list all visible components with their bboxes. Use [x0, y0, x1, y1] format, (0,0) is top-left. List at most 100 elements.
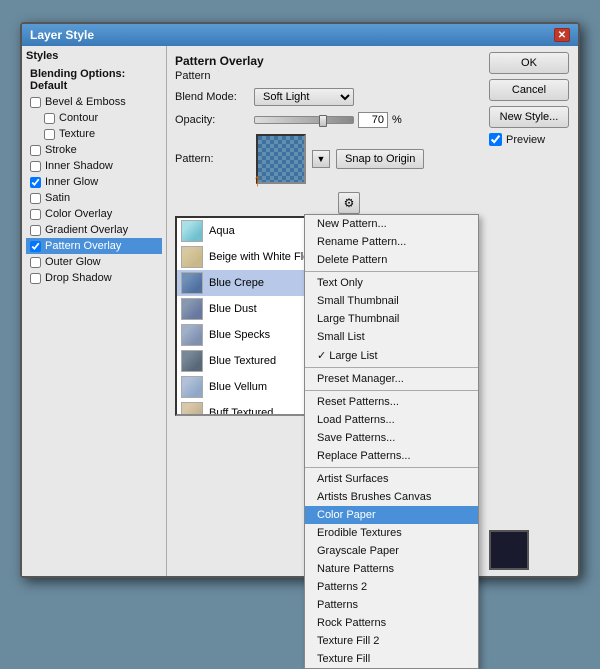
ctx-artist-surfaces[interactable]: Artist Surfaces	[305, 470, 478, 488]
bevel-emboss-checkbox[interactable]	[30, 97, 41, 108]
drop-shadow-item[interactable]: Drop Shadow	[26, 270, 162, 286]
ctx-small-list[interactable]: Small List	[305, 328, 478, 346]
ctx-reset-patterns[interactable]: Reset Patterns...	[305, 393, 478, 411]
contour-checkbox[interactable]	[44, 113, 55, 124]
styles-header: Styles	[26, 50, 162, 62]
ctx-text-only[interactable]: Text Only	[305, 274, 478, 292]
scroll-up-arrow[interactable]: ↑	[253, 170, 262, 191]
beige-swatch	[181, 246, 203, 268]
texture-checkbox[interactable]	[44, 129, 55, 140]
gradient-overlay-item[interactable]: Gradient Overlay	[26, 222, 162, 238]
blue-vellum-swatch	[181, 376, 203, 398]
bevel-emboss-label: Bevel & Emboss	[45, 96, 126, 108]
blue-specks-label: Blue Specks	[209, 329, 270, 341]
ctx-patterns[interactable]: Patterns	[305, 596, 478, 614]
pattern-preview-swatch[interactable]	[256, 134, 306, 184]
section-title: Pattern Overlay	[175, 54, 475, 68]
stroke-label: Stroke	[45, 144, 77, 156]
ctx-texture-fill-2[interactable]: Texture Fill 2	[305, 632, 478, 650]
pattern-overlay-label: Pattern Overlay	[45, 240, 121, 252]
ctx-load-patterns[interactable]: Load Patterns...	[305, 411, 478, 429]
blue-dust-label: Blue Dust	[209, 303, 257, 315]
satin-checkbox[interactable]	[30, 193, 41, 204]
blue-dust-swatch	[181, 298, 203, 320]
context-menu: New Pattern... Rename Pattern... Delete …	[304, 214, 479, 669]
preview-row: Preview	[489, 133, 572, 146]
blend-mode-row: Blend Mode: Soft Light	[175, 88, 475, 106]
new-style-button[interactable]: New Style...	[489, 106, 569, 128]
ctx-replace-patterns[interactable]: Replace Patterns...	[305, 447, 478, 465]
ctx-rock-patterns[interactable]: Rock Patterns	[305, 614, 478, 632]
preview-color-swatch	[489, 530, 529, 570]
section-subtitle: Pattern	[175, 70, 475, 82]
right-panel: OK Cancel New Style... Preview	[483, 46, 578, 576]
ctx-new-pattern[interactable]: New Pattern...	[305, 215, 478, 233]
cancel-button[interactable]: Cancel	[489, 79, 569, 101]
drop-shadow-label: Drop Shadow	[45, 272, 112, 284]
opacity-label: Opacity:	[175, 114, 250, 126]
blue-textured-label: Blue Textured	[209, 355, 276, 367]
bevel-emboss-item[interactable]: Bevel & Emboss	[26, 94, 162, 110]
blend-mode-select[interactable]: Soft Light	[254, 88, 354, 106]
texture-label: Texture	[59, 128, 95, 140]
preview-label: Preview	[506, 134, 545, 146]
stroke-item[interactable]: Stroke	[26, 142, 162, 158]
ctx-preset-manager[interactable]: Preset Manager...	[305, 370, 478, 388]
dialog-body: Styles Blending Options: Default Bevel &…	[22, 46, 578, 576]
snap-to-origin-button[interactable]: Snap to Origin	[336, 149, 424, 169]
ctx-divider-2	[305, 367, 478, 368]
opacity-input[interactable]	[358, 112, 388, 128]
ctx-small-thumbnail[interactable]: Small Thumbnail	[305, 292, 478, 310]
dialog-title: Layer Style	[30, 28, 94, 42]
pattern-options-button[interactable]: ▼	[312, 150, 330, 168]
ctx-artists-brushes[interactable]: Artists Brushes Canvas	[305, 488, 478, 506]
preview-checkbox[interactable]	[489, 133, 502, 146]
pattern-overlay-item[interactable]: Pattern Overlay	[26, 238, 162, 254]
opacity-slider[interactable]	[254, 116, 354, 124]
stroke-checkbox[interactable]	[30, 145, 41, 156]
ctx-large-list[interactable]: Large List	[305, 346, 478, 365]
color-overlay-checkbox[interactable]	[30, 209, 41, 220]
pattern-overlay-checkbox[interactable]	[30, 241, 41, 252]
left-panel: Styles Blending Options: Default Bevel &…	[22, 46, 167, 576]
layer-style-dialog: Layer Style ✕ Styles Blending Options: D…	[20, 22, 580, 578]
close-button[interactable]: ✕	[554, 28, 570, 42]
color-overlay-label: Color Overlay	[45, 208, 112, 220]
blue-vellum-label: Blue Vellum	[209, 381, 267, 393]
ok-button[interactable]: OK	[489, 52, 569, 74]
satin-item[interactable]: Satin	[26, 190, 162, 206]
ctx-divider-1	[305, 271, 478, 272]
inner-glow-checkbox[interactable]	[30, 177, 41, 188]
inner-shadow-item[interactable]: Inner Shadow	[26, 158, 162, 174]
inner-glow-item[interactable]: Inner Glow	[26, 174, 162, 190]
outer-glow-checkbox[interactable]	[30, 257, 41, 268]
gradient-overlay-checkbox[interactable]	[30, 225, 41, 236]
satin-label: Satin	[45, 192, 70, 204]
texture-item[interactable]: Texture	[26, 126, 162, 142]
color-overlay-item[interactable]: Color Overlay	[26, 206, 162, 222]
outer-glow-item[interactable]: Outer Glow	[26, 254, 162, 270]
ctx-save-patterns[interactable]: Save Patterns...	[305, 429, 478, 447]
blend-mode-label: Blend Mode:	[175, 91, 250, 103]
aqua-label: Aqua	[209, 225, 235, 237]
inner-shadow-checkbox[interactable]	[30, 161, 41, 172]
contour-item[interactable]: Contour	[26, 110, 162, 126]
ctx-patterns-2[interactable]: Patterns 2	[305, 578, 478, 596]
aqua-swatch	[181, 220, 203, 242]
opacity-unit: %	[392, 114, 402, 126]
ctx-nature-patterns[interactable]: Nature Patterns	[305, 560, 478, 578]
ctx-erodible-textures[interactable]: Erodible Textures	[305, 524, 478, 542]
contour-label: Contour	[59, 112, 98, 124]
blending-options-item[interactable]: Blending Options: Default	[26, 66, 162, 94]
ctx-delete-pattern[interactable]: Delete Pattern	[305, 251, 478, 269]
pattern-row: Pattern: ▼ Snap to Origin	[175, 134, 475, 184]
ctx-large-thumbnail[interactable]: Large Thumbnail	[305, 310, 478, 328]
ctx-grayscale-paper[interactable]: Grayscale Paper	[305, 542, 478, 560]
inner-glow-label: Inner Glow	[45, 176, 98, 188]
ctx-divider-3	[305, 390, 478, 391]
ctx-texture-fill[interactable]: Texture Fill	[305, 650, 478, 668]
gear-button[interactable]: ⚙	[338, 192, 360, 214]
drop-shadow-checkbox[interactable]	[30, 273, 41, 284]
ctx-rename-pattern[interactable]: Rename Pattern...	[305, 233, 478, 251]
ctx-color-paper[interactable]: Color Paper	[305, 506, 478, 524]
